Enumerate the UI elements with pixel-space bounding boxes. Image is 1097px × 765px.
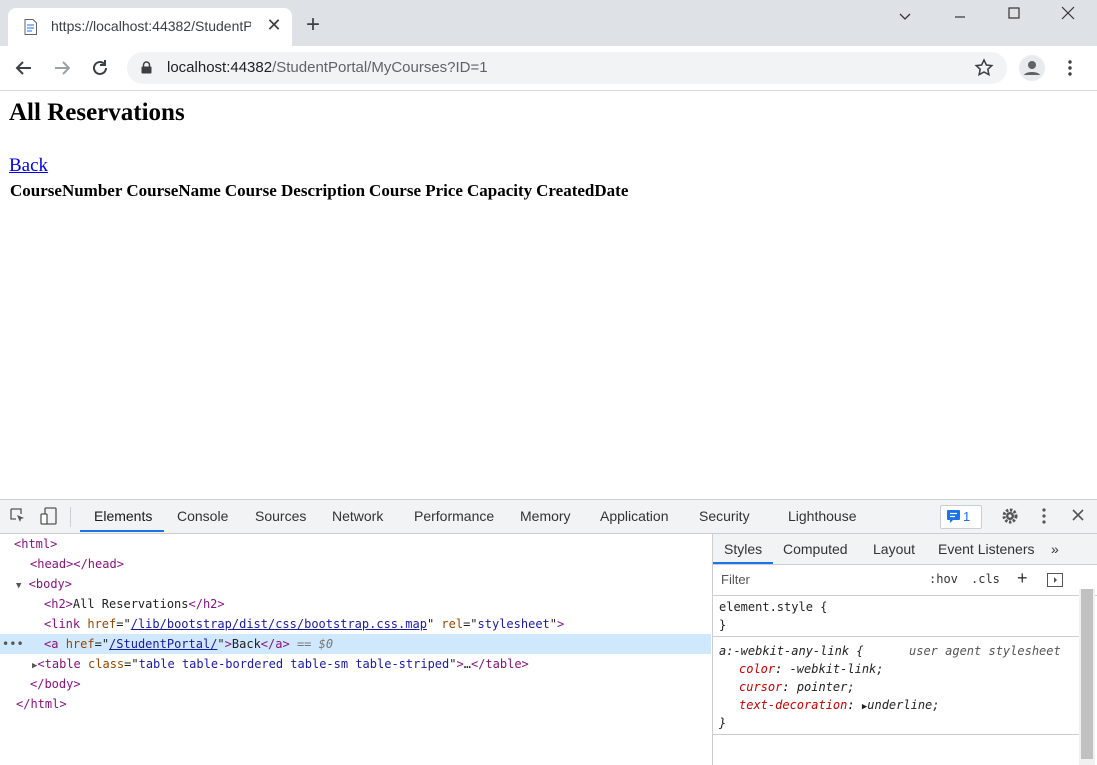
url-host: localhost:44382 bbox=[167, 59, 273, 76]
close-icon[interactable] bbox=[1070, 507, 1086, 523]
minimize-icon[interactable] bbox=[940, 4, 980, 34]
browser-tab[interactable]: https://localhost:44382/StudentP ✕ bbox=[8, 8, 292, 46]
bookmark-star-icon[interactable] bbox=[974, 58, 994, 78]
forward-arrow-icon[interactable] bbox=[51, 57, 73, 79]
back-link[interactable]: Back bbox=[9, 155, 48, 177]
column-header: Course Description bbox=[224, 181, 366, 200]
table-header-row: CourseNumber CourseName Course Descripti… bbox=[8, 180, 630, 202]
tab-layout[interactable]: Layout bbox=[873, 541, 915, 557]
page-title: All Reservations bbox=[9, 99, 185, 126]
tab-memory[interactable]: Memory bbox=[520, 508, 571, 524]
dom-node-body-close[interactable]: </body> bbox=[0, 674, 711, 694]
dom-node-a-selected[interactable]: ••• <a href="/StudentPortal/">Back</a> ==… bbox=[0, 634, 711, 654]
more-tabs-icon[interactable]: » bbox=[1051, 541, 1059, 557]
tab-lighthouse[interactable]: Lighthouse bbox=[788, 508, 857, 524]
device-toggle-icon[interactable] bbox=[40, 507, 58, 525]
new-rule-icon[interactable]: + bbox=[1017, 568, 1028, 589]
back-arrow-icon[interactable] bbox=[13, 57, 35, 79]
css-property-row[interactable]: text-decoration: ▶underline; bbox=[739, 698, 940, 712]
lock-icon[interactable] bbox=[141, 61, 152, 74]
divider bbox=[713, 734, 1079, 735]
rule-origin: user agent stylesheet bbox=[909, 644, 1061, 658]
maximize-icon[interactable] bbox=[994, 4, 1034, 34]
page-icon bbox=[24, 19, 37, 35]
styles-scrollbar[interactable] bbox=[1079, 589, 1095, 765]
tab-performance[interactable]: Performance bbox=[414, 508, 494, 524]
tab-title: https://localhost:44382/StudentP bbox=[51, 18, 251, 34]
css-property-row[interactable]: color: -webkit-link; bbox=[739, 662, 884, 676]
rule-selector: a:-webkit-any-link { bbox=[719, 644, 864, 658]
issues-badge[interactable]: 1 bbox=[940, 505, 982, 529]
tab-console[interactable]: Console bbox=[177, 508, 228, 524]
courses-table: CourseNumber CourseName Course Descripti… bbox=[8, 180, 630, 202]
tab-security[interactable]: Security bbox=[699, 508, 750, 524]
tab-network[interactable]: Network bbox=[332, 508, 383, 524]
tab-sources[interactable]: Sources bbox=[255, 508, 306, 524]
active-tab-indicator bbox=[80, 530, 164, 532]
tab-strip: https://localhost:44382/StudentP ✕ + bbox=[0, 0, 1097, 46]
dom-node-h2[interactable]: <h2>All Reservations</h2> bbox=[0, 594, 711, 614]
dom-node-head[interactable]: <head></head> bbox=[0, 554, 711, 574]
dom-node-link[interactable]: <link href="/lib/bootstrap/dist/css/boot… bbox=[0, 614, 711, 634]
window-close-icon[interactable] bbox=[1048, 4, 1088, 34]
hover-state-toggle[interactable]: :hov bbox=[929, 572, 958, 586]
expand-triangle-icon[interactable]: ▼ bbox=[16, 581, 21, 591]
toggle-sidebar-icon[interactable] bbox=[1047, 573, 1063, 587]
styles-filter-row: Filter :hov .cls + bbox=[713, 565, 1097, 596]
message-icon bbox=[947, 510, 960, 523]
class-toggle[interactable]: .cls bbox=[971, 572, 1000, 586]
filter-input[interactable]: Filter bbox=[721, 572, 750, 587]
column-header: Capacity bbox=[466, 181, 533, 200]
tab-elements[interactable]: Elements bbox=[94, 508, 152, 524]
column-header: CreatedDate bbox=[536, 181, 629, 200]
column-header: CourseName bbox=[126, 181, 221, 200]
divider bbox=[70, 507, 71, 527]
css-property-row[interactable]: cursor: pointer; bbox=[739, 680, 855, 694]
tab-styles[interactable]: Styles bbox=[724, 541, 762, 557]
url-path: /StudentPortal/MyCourses?ID=1 bbox=[272, 59, 488, 76]
more-options-icon[interactable] bbox=[1040, 507, 1048, 525]
column-header: CourseNumber bbox=[10, 181, 123, 200]
dom-node-table[interactable]: ▶<table class="table table-bordered tabl… bbox=[0, 654, 711, 674]
ellipsis-icon[interactable]: ••• bbox=[2, 634, 24, 654]
tab-close-icon[interactable]: ✕ bbox=[264, 15, 284, 35]
devtools-tabbar: Elements Console Sources Network Perform… bbox=[0, 500, 1097, 534]
gear-icon[interactable] bbox=[1001, 507, 1019, 525]
dom-node-html-close[interactable]: </html> bbox=[0, 694, 711, 714]
dom-tree: <html> <head></head> ▼ <body> <h2>All Re… bbox=[0, 534, 711, 765]
rule-close-brace: } bbox=[719, 618, 727, 632]
profile-avatar-icon[interactable] bbox=[1019, 55, 1045, 81]
new-tab-icon[interactable]: + bbox=[306, 13, 320, 37]
tab-event-listeners[interactable]: Event Listeners bbox=[938, 541, 1035, 557]
page-content: All Reservations Back CourseNumber Cours… bbox=[0, 91, 1097, 498]
element-style-selector: element.style { bbox=[719, 600, 828, 614]
tab-application[interactable]: Application bbox=[600, 508, 669, 524]
address-bar[interactable]: localhost:44382/StudentPortal/MyCourses?… bbox=[127, 52, 1007, 84]
styles-pane: Styles Computed Layout Event Listeners »… bbox=[712, 534, 1097, 765]
active-tab-indicator bbox=[713, 562, 773, 564]
inspect-element-icon[interactable] bbox=[10, 508, 26, 524]
dom-node-body[interactable]: ▼ <body> bbox=[0, 574, 711, 594]
rule-close-brace: } bbox=[719, 716, 727, 730]
browser-toolbar: localhost:44382/StudentPortal/MyCourses?… bbox=[0, 46, 1097, 91]
tab-computed[interactable]: Computed bbox=[783, 541, 848, 557]
issues-count: 1 bbox=[963, 509, 971, 524]
browser-menu-icon[interactable] bbox=[1062, 58, 1078, 78]
url-text: localhost:44382/StudentPortal/MyCourses?… bbox=[167, 59, 488, 76]
devtools-panel: Elements Console Sources Network Perform… bbox=[0, 499, 1097, 765]
reload-icon[interactable] bbox=[89, 57, 111, 79]
chevron-down-icon[interactable] bbox=[885, 4, 925, 34]
styles-tabbar: Styles Computed Layout Event Listeners » bbox=[713, 534, 1097, 565]
dom-node-html[interactable]: <html> bbox=[0, 534, 711, 554]
column-header: Course Price bbox=[369, 181, 463, 200]
scrollbar-thumb[interactable] bbox=[1081, 589, 1093, 759]
divider bbox=[713, 636, 1079, 637]
